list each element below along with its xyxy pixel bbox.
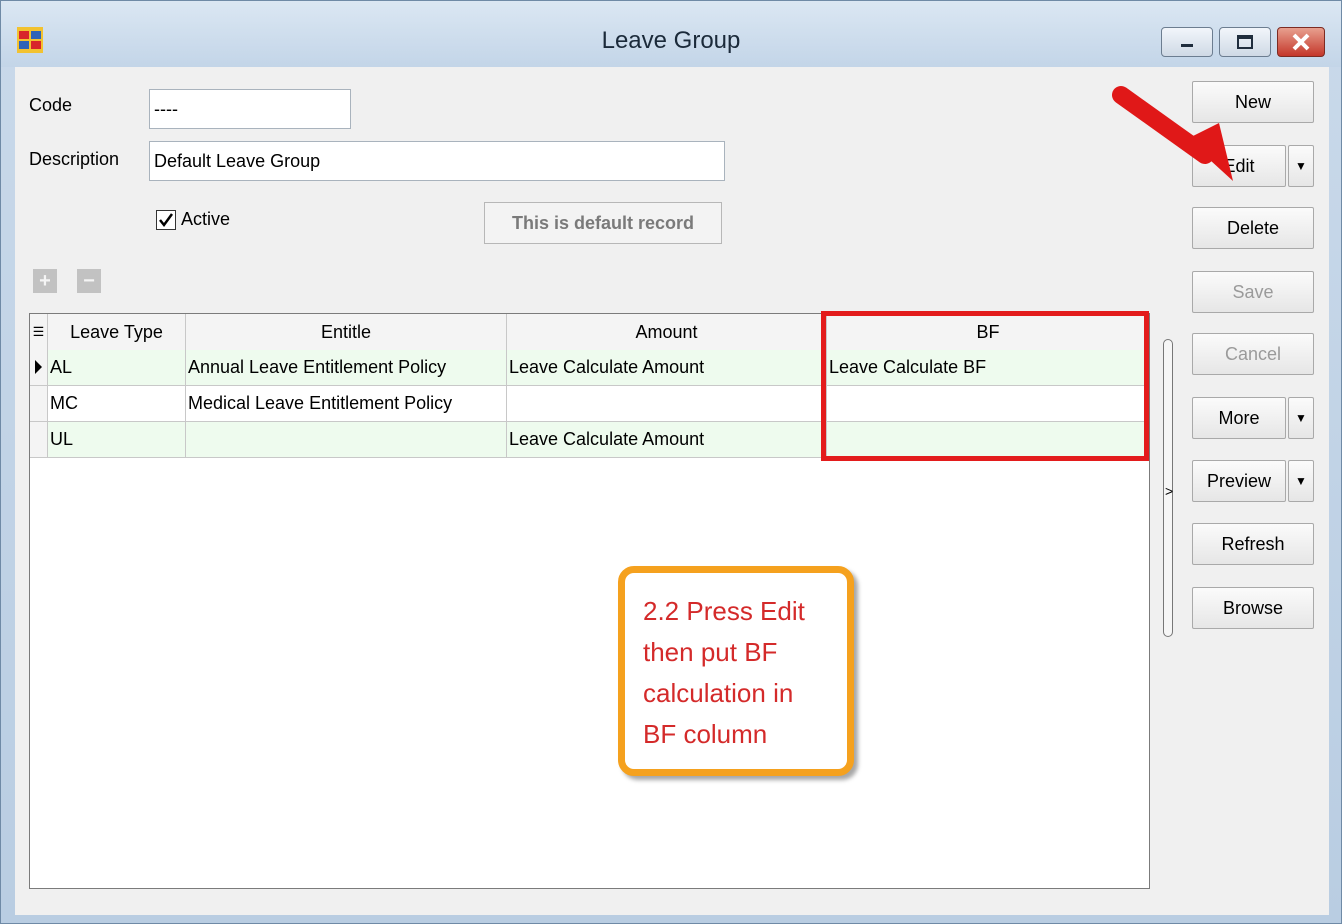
column-header-leave-type[interactable]: Leave Type	[48, 314, 186, 350]
checkmark-icon	[159, 213, 174, 228]
remove-row-icon[interactable]: −	[77, 269, 101, 293]
column-header-amount[interactable]: Amount	[507, 314, 827, 350]
row-indicator	[30, 422, 48, 458]
splitter-arrow-icon[interactable]: >	[1165, 483, 1173, 499]
default-record-button[interactable]: This is default record	[484, 202, 722, 244]
more-dropdown-icon[interactable]: ▼	[1288, 397, 1314, 439]
window-frame: Leave Group Code Description Active This…	[0, 0, 1342, 924]
callout-line-4: BF column	[643, 719, 768, 749]
code-field[interactable]	[149, 89, 351, 129]
description-field[interactable]	[149, 141, 725, 181]
title-bar: Leave Group	[1, 1, 1341, 67]
cell-entitle[interactable]: Medical Leave Entitlement Policy	[186, 386, 507, 422]
cell-leave-type[interactable]: UL	[48, 422, 186, 458]
active-checkbox[interactable]	[156, 210, 176, 230]
cell-amount[interactable]: Leave Calculate Amount	[507, 422, 827, 458]
row-indicator	[30, 386, 48, 422]
maximize-button[interactable]	[1219, 27, 1271, 57]
minimize-button[interactable]	[1161, 27, 1213, 57]
callout-line-2: then put BF	[643, 637, 778, 667]
cell-amount[interactable]: Leave Calculate Amount	[507, 350, 827, 386]
cell-amount[interactable]	[507, 386, 827, 422]
active-label: Active	[181, 209, 231, 229]
maximize-icon	[1237, 35, 1253, 49]
instruction-callout: 2.2 Press Edit then put BF calculation i…	[618, 566, 854, 776]
cell-leave-type[interactable]: MC	[48, 386, 186, 422]
red-arrow-icon	[1112, 86, 1233, 181]
column-header-entitle[interactable]: Entitle	[186, 314, 507, 350]
add-row-icon[interactable]: +	[33, 269, 57, 293]
preview-button[interactable]: Preview	[1192, 460, 1286, 502]
close-button[interactable]	[1277, 27, 1325, 57]
close-icon	[1292, 33, 1310, 51]
cell-entitle[interactable]	[186, 422, 507, 458]
status-strip	[15, 903, 1329, 915]
row-indicator-icon	[30, 350, 48, 386]
code-label: Code	[29, 95, 73, 115]
callout-line-3: calculation in	[643, 678, 794, 708]
bf-column-highlight-box	[821, 311, 1149, 461]
callout-line-1: 2.2 Press Edit	[643, 596, 805, 626]
browse-button[interactable]: Browse	[1192, 587, 1314, 629]
delete-button[interactable]: Delete	[1192, 207, 1314, 249]
more-button[interactable]: More	[1192, 397, 1286, 439]
description-label: Description	[29, 149, 120, 169]
cell-entitle[interactable]: Annual Leave Entitlement Policy	[186, 350, 507, 386]
preview-dropdown-icon[interactable]: ▼	[1288, 460, 1314, 502]
cancel-button[interactable]: Cancel	[1192, 333, 1314, 375]
edit-dropdown-icon[interactable]: ▼	[1288, 145, 1314, 187]
window-title: Leave Group	[601, 27, 741, 54]
column-chooser-icon[interactable]: ☰	[30, 314, 48, 350]
save-button[interactable]: Save	[1192, 271, 1314, 313]
minimize-icon	[1181, 44, 1193, 47]
form-client-area: Code Description Active This is default …	[15, 67, 1329, 915]
cell-leave-type[interactable]: AL	[48, 350, 186, 386]
refresh-button[interactable]: Refresh	[1192, 523, 1314, 565]
